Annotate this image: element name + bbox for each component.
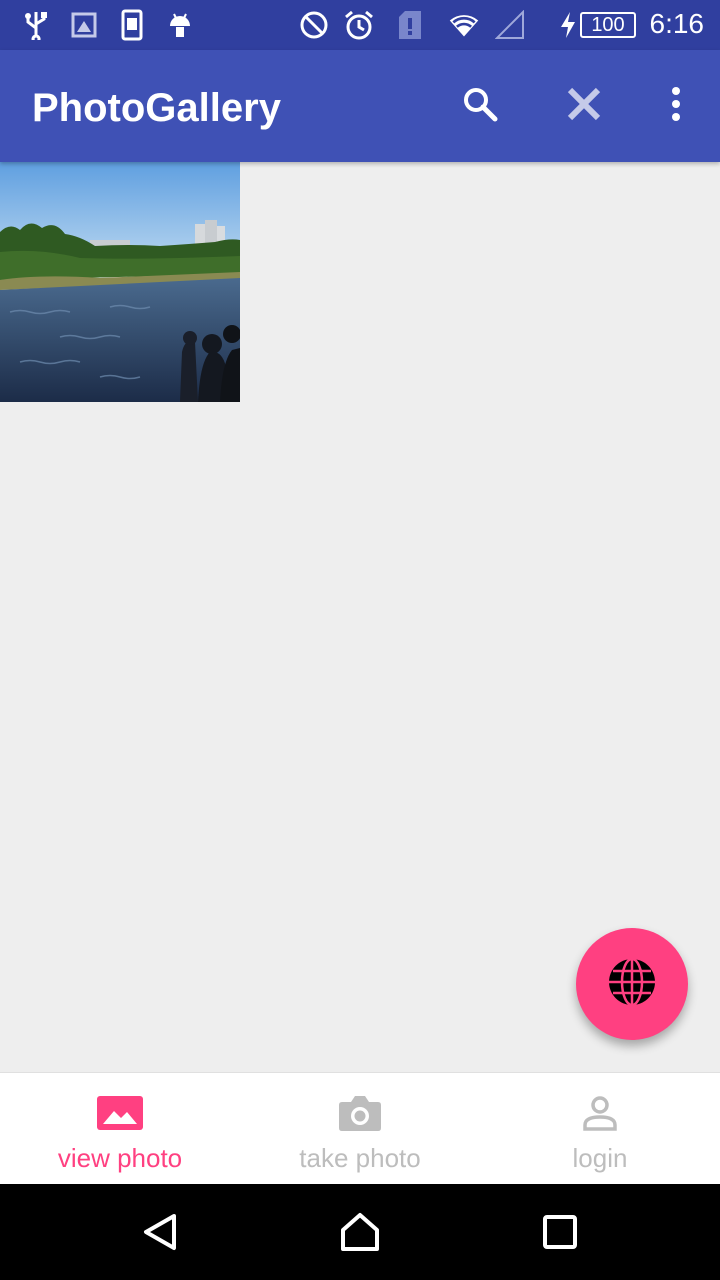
more-vert-icon	[670, 86, 682, 127]
sim-alert-icon	[394, 9, 426, 41]
home-button[interactable]	[338, 1212, 382, 1256]
status-bar: 100 6:16	[0, 0, 720, 50]
nav-label-take-photo: take photo	[299, 1143, 421, 1173]
photo-notification-icon	[68, 9, 100, 41]
globe-icon	[606, 956, 658, 1013]
nav-item-login[interactable]: login	[480, 1073, 720, 1185]
person-icon	[576, 1093, 624, 1133]
nav-label-view-photo: view photo	[57, 1143, 183, 1173]
nav-item-view-photo[interactable]: view photo	[0, 1073, 240, 1185]
search-icon	[460, 84, 500, 129]
search-button[interactable]	[454, 80, 506, 132]
page-title: PhotoGallery	[32, 86, 281, 130]
recents-button[interactable]	[538, 1212, 582, 1256]
do-not-disturb-icon	[298, 9, 330, 41]
system-navigation-bar	[0, 1184, 720, 1280]
android-icon	[164, 9, 196, 41]
image-icon	[96, 1093, 144, 1133]
clock: 6:16	[649, 8, 705, 39]
battery-icon: 100	[580, 12, 636, 38]
nav-item-take-photo[interactable]: take photo	[240, 1073, 480, 1185]
back-icon	[140, 1212, 180, 1257]
home-icon	[339, 1212, 381, 1257]
camera-icon	[336, 1093, 384, 1133]
photo-thumbnail[interactable]	[0, 162, 240, 402]
alarm-icon	[343, 9, 375, 41]
recents-icon	[542, 1214, 578, 1255]
signal-icon	[494, 9, 526, 41]
nav-label-login: login	[572, 1143, 628, 1173]
close-icon	[566, 86, 602, 127]
screenshot-icon	[116, 9, 148, 41]
wifi-icon	[448, 9, 480, 41]
usb-icon	[20, 9, 52, 41]
back-button[interactable]	[138, 1212, 182, 1256]
app-bar: PhotoGallery	[0, 50, 720, 162]
bottom-navigation: view photo take photo login	[0, 1072, 720, 1184]
more-options-button[interactable]	[650, 80, 702, 132]
globe-fab-button[interactable]	[576, 928, 688, 1040]
battery-level: 100	[591, 13, 625, 36]
close-button[interactable]	[558, 80, 610, 132]
